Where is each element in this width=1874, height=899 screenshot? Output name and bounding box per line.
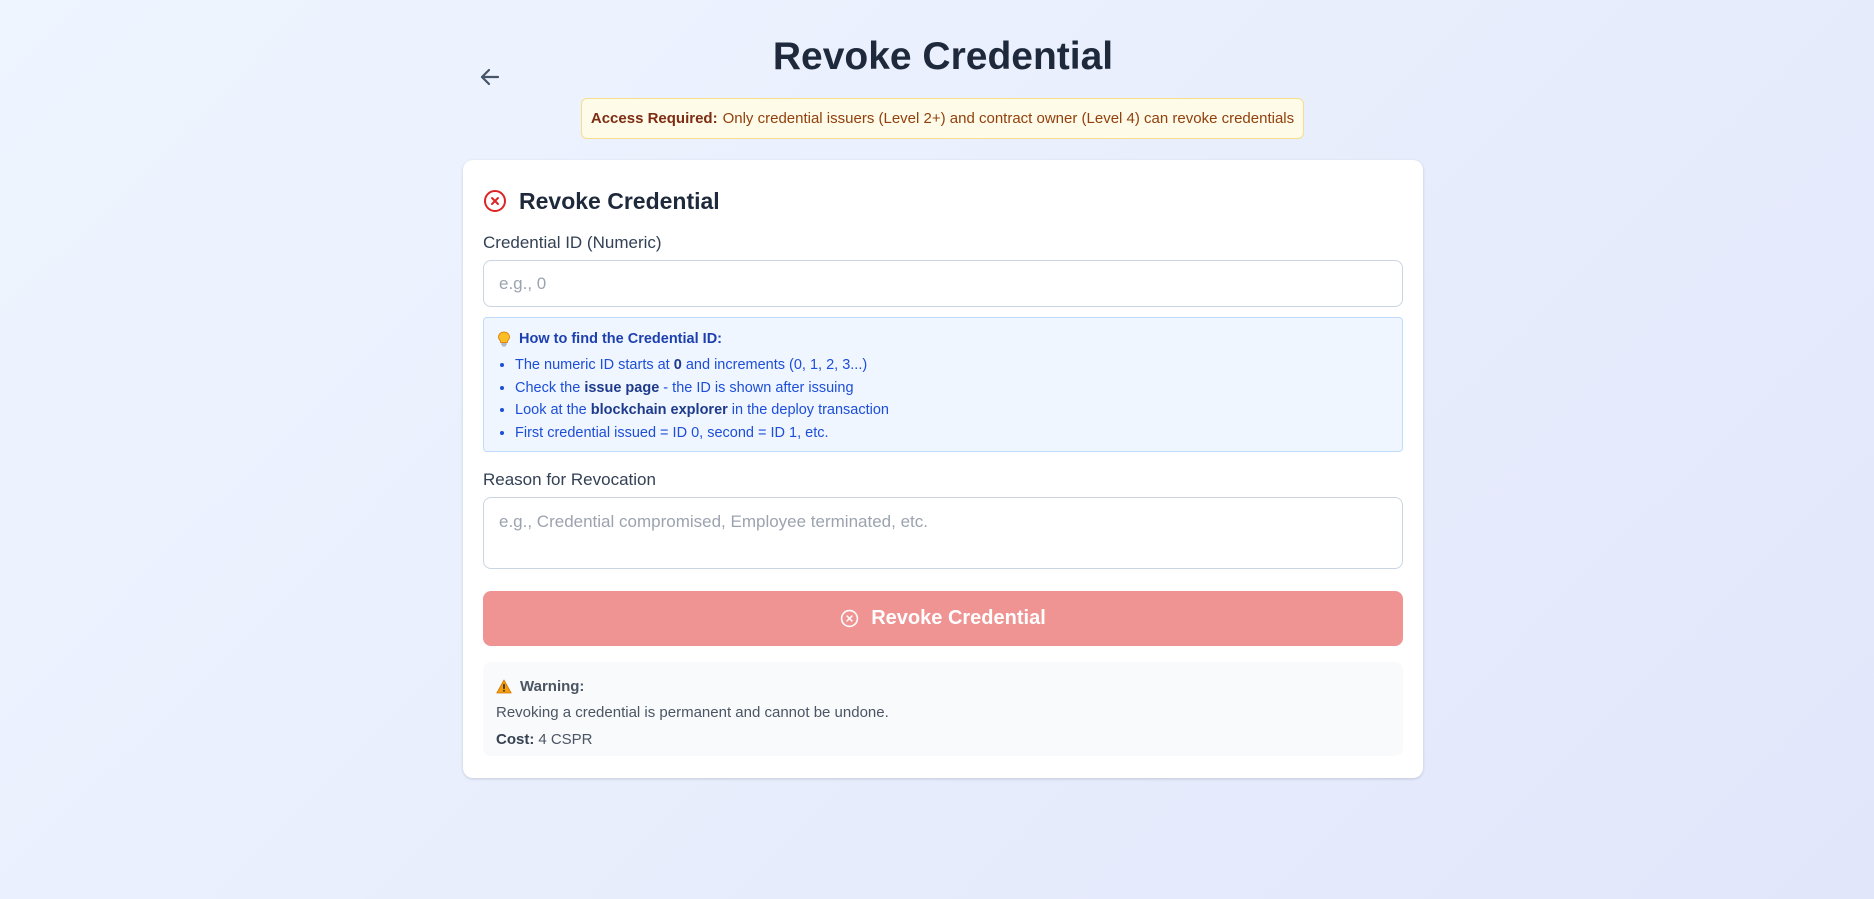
help-title: How to find the Credential ID: <box>497 329 1389 349</box>
x-circle-icon <box>483 189 507 213</box>
warning-triangle-icon <box>496 679 512 694</box>
credential-id-help-box: How to find the Credential ID: The numer… <box>483 317 1403 452</box>
reason-label: Reason for Revocation <box>483 470 656 489</box>
help-list: The numeric ID starts at 0 and increment… <box>497 354 1389 444</box>
list-item: The numeric ID starts at 0 and increment… <box>515 354 1389 377</box>
list-item: First credential issued = ID 0, second =… <box>515 422 1389 445</box>
revoke-card: Revoke Credential Credential ID (Numeric… <box>463 160 1423 778</box>
access-required-banner: Access Required: Only credential issuers… <box>581 98 1304 139</box>
cost-label: Cost: <box>496 731 535 748</box>
credential-id-label: Credential ID (Numeric) <box>483 233 662 252</box>
warning-title: Warning: <box>496 676 1390 696</box>
access-banner-text: Only credential issuers (Level 2+) and c… <box>722 110 1295 127</box>
list-item: Check the issue page - the ID is shown a… <box>515 377 1389 400</box>
warning-box: Warning: Revoking a credential is perman… <box>483 662 1403 756</box>
revoke-credential-button[interactable]: Revoke Credential <box>483 591 1403 646</box>
credential-id-input[interactable] <box>483 260 1403 307</box>
card-header: Revoke Credential <box>483 184 720 218</box>
page-title: Revoke Credential <box>772 35 1114 78</box>
list-item: Look at the blockchain explorer in the d… <box>515 399 1389 422</box>
reason-textarea[interactable] <box>483 497 1403 569</box>
revoke-button-label: Revoke Credential <box>871 607 1046 629</box>
warning-text: Revoking a credential is permanent and c… <box>496 704 889 721</box>
cost-value: 4 CSPR <box>538 731 593 748</box>
x-circle-icon <box>840 609 859 628</box>
card-title: Revoke Credential <box>519 187 720 214</box>
cost-line: Cost: 4 CSPR <box>496 730 1390 749</box>
lightbulb-icon <box>497 331 511 347</box>
access-banner-label: Access Required: <box>590 110 718 127</box>
